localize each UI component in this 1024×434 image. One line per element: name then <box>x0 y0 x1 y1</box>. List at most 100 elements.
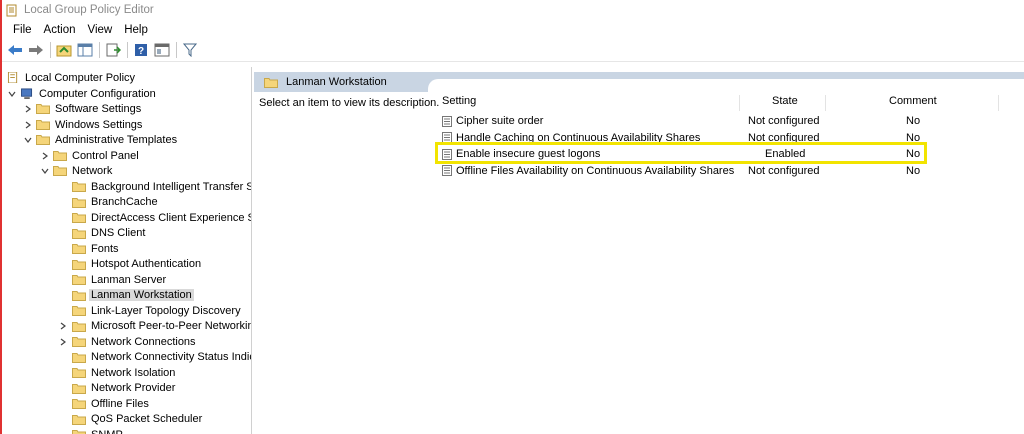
policy-row[interactable]: Offline Files Availability on Continuous… <box>442 163 1002 179</box>
policy-setting-icon <box>442 115 452 127</box>
properties-pane-icon[interactable] <box>152 41 172 59</box>
policy-editor-icon <box>6 4 18 17</box>
folder-icon <box>72 182 86 192</box>
back-arrow-icon[interactable] <box>5 41 25 59</box>
tree-item-windows-settings[interactable]: Windows Settings <box>23 117 144 132</box>
toolbar-separator <box>127 42 128 58</box>
tree-label: Background Intelligent Transfer Ser <box>91 180 252 193</box>
title-bar: Local Group Policy Editor <box>2 0 1024 20</box>
policy-state: Not configured <box>748 164 820 177</box>
tree-label: QoS Packet Scheduler <box>91 413 203 425</box>
policy-row[interactable]: Cipher suite order Not configured No <box>442 113 1002 129</box>
chevron-down-icon[interactable] <box>23 135 33 145</box>
tree-item-network-child[interactable]: DirectAccess Client Experience Sett <box>72 210 251 225</box>
folder-icon <box>72 321 86 332</box>
tree-item-computer-configuration[interactable]: Computer Configuration <box>7 86 158 101</box>
chevron-down-icon[interactable] <box>7 89 17 99</box>
tree-label: SNMP <box>89 429 125 434</box>
tree-item-network-child[interactable]: DNS Client <box>72 226 147 241</box>
tree-label: Offline Files <box>91 397 149 410</box>
tree-label: BranchCache <box>91 196 158 208</box>
help-icon[interactable]: ? <box>131 41 151 59</box>
tree-item-network-child[interactable]: Lanman Server <box>72 272 168 287</box>
filter-icon[interactable] <box>180 41 200 59</box>
tree-item-network-child[interactable]: Network Isolation <box>72 365 177 380</box>
details-header-title: Lanman Workstation <box>286 76 387 88</box>
column-setting[interactable]: Setting <box>442 95 476 107</box>
tree-item-control-panel[interactable]: Control Panel <box>40 148 141 163</box>
details-pane: Lanman Workstation Select an item to vie… <box>254 67 1024 434</box>
column-state[interactable]: State <box>772 95 798 107</box>
tree-label: Control Panel <box>72 149 139 162</box>
tree-label: Lanman Server <box>91 273 167 286</box>
tree-label: Administrative Templates <box>55 133 178 146</box>
toolbar: ? <box>2 39 1024 62</box>
column-comment[interactable]: Comment <box>889 95 937 107</box>
tree-label: Windows Settings <box>55 118 143 131</box>
chevron-down-icon[interactable] <box>40 166 50 176</box>
menu-action[interactable]: Action <box>38 24 82 36</box>
folder-icon <box>72 213 86 223</box>
tree-item-network-child[interactable]: Network Connectivity Status Indica <box>72 350 252 365</box>
folder-icon <box>72 430 86 434</box>
column-divider[interactable] <box>739 95 740 111</box>
folder-icon <box>53 151 67 161</box>
tree-item-local-computer-policy[interactable]: Local Computer Policy <box>6 70 137 85</box>
tree-item-network-child[interactable]: Background Intelligent Transfer Ser <box>72 179 252 194</box>
tree-label: Software Settings <box>55 102 142 115</box>
export-list-icon[interactable] <box>103 41 123 59</box>
tree-item-network-child[interactable]: Offline Files <box>72 396 151 411</box>
tree-item-network-child[interactable]: Lanman Workstation <box>72 288 194 303</box>
menu-bar: File Action View Help <box>2 20 1024 39</box>
tree-item-network-child[interactable]: Network Connections <box>60 334 198 349</box>
tree-item-network[interactable]: Network <box>40 163 114 178</box>
forward-arrow-icon[interactable] <box>26 41 46 59</box>
tree-item-network-child[interactable]: BranchCache <box>72 195 160 210</box>
tree-label: Computer Configuration <box>39 87 156 100</box>
folder-icon <box>72 368 86 378</box>
folder-icon <box>72 197 86 208</box>
tree-label: Fonts <box>91 242 119 255</box>
tree-label: Link-Layer Topology Discovery <box>91 304 241 317</box>
policy-comment: No <box>906 164 921 177</box>
policy-setting-icon <box>442 165 452 176</box>
toolbar-separator <box>50 42 51 58</box>
chevron-right-icon[interactable] <box>40 151 50 161</box>
chevron-right-icon[interactable] <box>23 120 33 130</box>
folder-icon <box>36 135 50 145</box>
menu-help[interactable]: Help <box>118 24 154 36</box>
menu-view[interactable]: View <box>82 24 119 36</box>
menu-file[interactable]: File <box>7 24 38 36</box>
tree-item-network-child[interactable]: Link-Layer Topology Discovery <box>72 303 243 318</box>
tree-item-administrative-templates[interactable]: Administrative Templates <box>23 132 179 147</box>
tree-label: Network Connections <box>91 335 196 348</box>
tree-item-software-settings[interactable]: Software Settings <box>23 101 143 116</box>
chevron-right-icon[interactable] <box>58 321 68 331</box>
policy-setting-name: Cipher suite order <box>456 115 544 127</box>
tree-item-network-child[interactable]: Microsoft Peer-to-Peer Networking <box>60 319 251 334</box>
folder-icon <box>72 306 86 316</box>
tree-item-network-child[interactable]: QoS Packet Scheduler <box>72 412 204 427</box>
policy-setting-name: Offline Files Availability on Continuous… <box>456 164 735 177</box>
folder-icon <box>36 104 50 114</box>
tree-item-network-child[interactable]: Hotspot Authentication <box>72 257 203 272</box>
folder-icon <box>72 399 86 409</box>
column-divider[interactable] <box>998 95 999 111</box>
tree-label: Network Connectivity Status Indica <box>91 351 252 363</box>
chevron-right-icon[interactable] <box>58 337 68 347</box>
highlight-box <box>435 142 927 164</box>
tree-label: DNS Client <box>91 227 146 239</box>
tree-item-network-child[interactable]: Network Provider <box>72 381 177 396</box>
svg-text:?: ? <box>138 46 144 57</box>
toolbar-separator <box>176 42 177 58</box>
window-title: Local Group Policy Editor <box>24 4 154 16</box>
up-folder-icon[interactable] <box>54 41 74 59</box>
tree-label: Network Isolation <box>91 366 176 379</box>
folder-icon <box>72 259 86 270</box>
tree-item-network-child[interactable]: SNMP <box>72 427 125 434</box>
chevron-right-icon[interactable] <box>23 104 33 114</box>
show-hide-tree-icon[interactable] <box>75 41 95 59</box>
tree-item-network-child[interactable]: Fonts <box>72 241 121 256</box>
folder-icon <box>72 290 86 301</box>
column-divider[interactable] <box>825 95 826 111</box>
